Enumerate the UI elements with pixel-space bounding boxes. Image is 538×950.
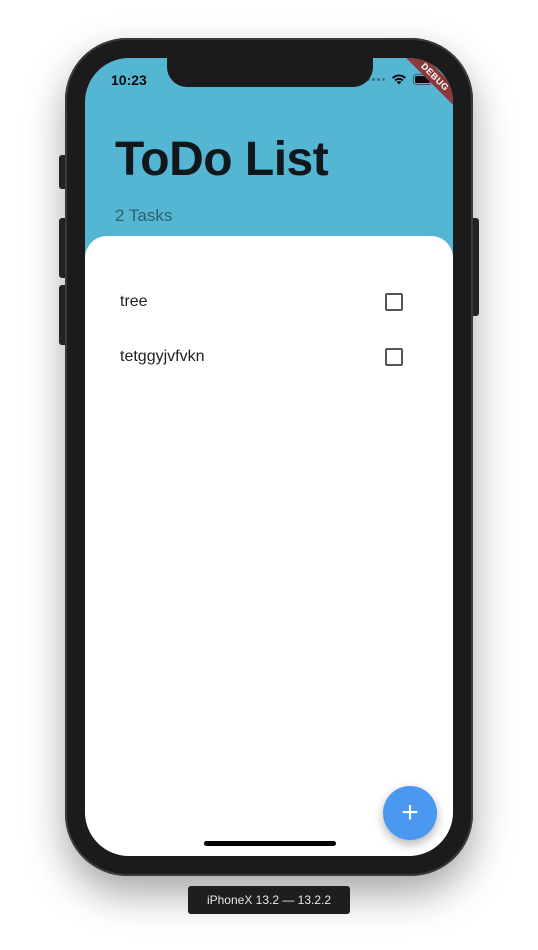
status-time: 10:23 bbox=[111, 72, 147, 88]
task-count: 2 Tasks bbox=[115, 206, 173, 225]
app-screen: 10:23 DEBUG ToDo List 2 Tasks tree tetgg… bbox=[85, 58, 453, 856]
task-label: tetggyjvfvkn bbox=[120, 347, 205, 365]
simulator-stage: 10:23 DEBUG ToDo List 2 Tasks tree tetgg… bbox=[0, 0, 538, 950]
task-checkbox[interactable] bbox=[385, 292, 403, 311]
phone-frame: 10:23 DEBUG ToDo List 2 Tasks tree tetgg… bbox=[65, 38, 473, 876]
device-label: iPhoneX 13.2 — 13.2.2 bbox=[188, 886, 350, 914]
list-item[interactable]: tree bbox=[85, 274, 453, 329]
list-item[interactable]: tetggyjvfvkn bbox=[85, 329, 453, 384]
add-task-button[interactable]: + bbox=[383, 786, 437, 840]
task-list: tree tetggyjvfvkn bbox=[85, 274, 453, 384]
task-sheet: tree tetggyjvfvkn bbox=[85, 236, 453, 856]
plus-icon: + bbox=[401, 796, 419, 829]
home-indicator[interactable] bbox=[204, 841, 336, 846]
page-title: ToDo List bbox=[115, 133, 329, 186]
wifi-icon bbox=[392, 74, 406, 85]
task-label: tree bbox=[120, 292, 148, 310]
task-checkbox[interactable] bbox=[385, 347, 403, 366]
notch bbox=[167, 58, 373, 87]
